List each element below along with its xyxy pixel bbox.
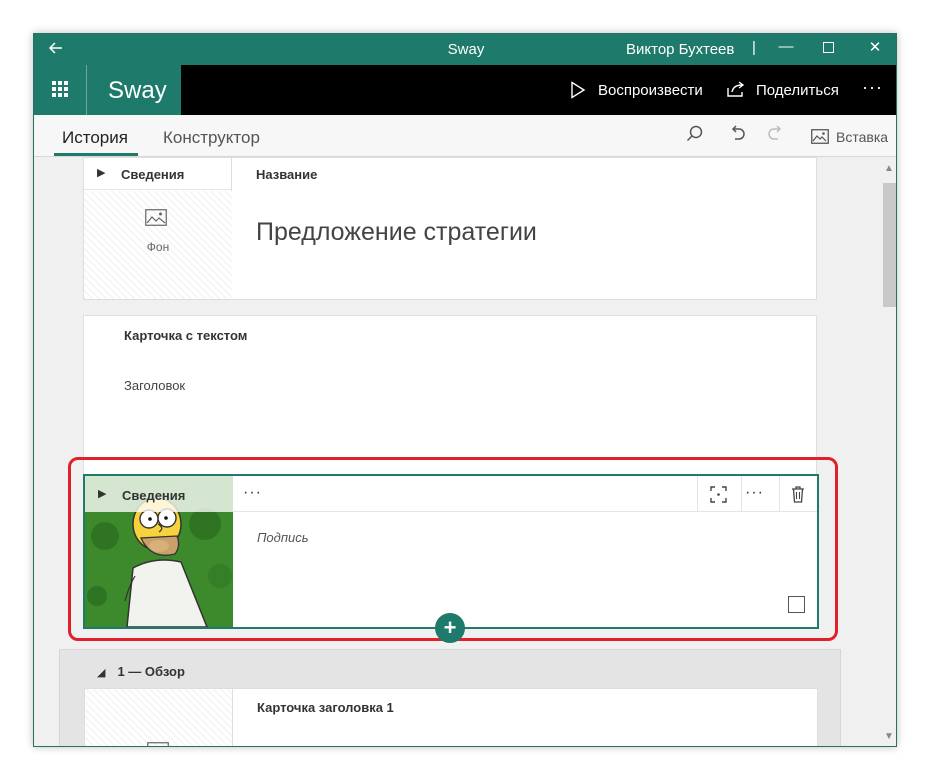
- scroll-down-icon[interactable]: ▼: [884, 731, 894, 742]
- title-card[interactable]: ▶ Сведения Фон Название Предложение стра…: [83, 157, 817, 300]
- tab-bar: История Конструктор Вставка: [34, 115, 896, 157]
- vertical-scrollbar[interactable]: ▲ ▼: [881, 157, 896, 746]
- field-label-text-card: Карточка с текстом: [124, 328, 248, 343]
- add-card-button[interactable]: +: [435, 613, 465, 643]
- details-label: Сведения: [121, 167, 185, 182]
- active-tab-indicator: [54, 153, 138, 156]
- search-icon[interactable]: [686, 125, 704, 148]
- image-icon: [147, 742, 169, 746]
- expand-triangle-icon: ▶: [97, 167, 106, 179]
- text-card[interactable]: Карточка с текстом Заголовок: [83, 315, 817, 475]
- background-slot[interactable]: Фон: [84, 191, 232, 299]
- minimize-button[interactable]: —: [776, 38, 796, 55]
- app-launcher-icon[interactable]: [52, 81, 68, 97]
- brand-name: Sway: [108, 77, 167, 104]
- insert-button[interactable]: Вставка: [836, 129, 888, 145]
- image-insert-icon[interactable]: [811, 128, 829, 149]
- tab-designer[interactable]: Конструктор: [163, 128, 260, 148]
- more-options-button[interactable]: ···: [862, 77, 883, 98]
- section-overview: ◢ 1 — Обзор Карточка заголовка 1: [59, 649, 841, 746]
- heading-text[interactable]: Заголовок: [124, 378, 185, 393]
- maximize-button[interactable]: [818, 38, 838, 57]
- play-button[interactable]: Воспроизвести: [598, 82, 703, 99]
- redo-icon[interactable]: [767, 125, 785, 148]
- heading-card-side: [85, 689, 233, 746]
- title-bar: Sway Виктор Бухтеев | — ✕: [34, 34, 896, 65]
- tab-story[interactable]: История: [62, 128, 128, 148]
- heading-card-1[interactable]: Карточка заголовка 1: [84, 688, 818, 746]
- field-label-heading-card: Карточка заголовка 1: [257, 700, 394, 715]
- section-header-label: 1 — Обзор: [117, 664, 185, 679]
- sway-window: Sway Виктор Бухтеев | — ✕ Sway Воспроизв…: [33, 33, 897, 747]
- user-name[interactable]: Виктор Бухтеев: [626, 41, 734, 58]
- play-icon[interactable]: [570, 81, 586, 103]
- titlebar-separator: |: [752, 39, 756, 56]
- appbar-actions: Воспроизвести Поделиться ···: [554, 65, 896, 115]
- scroll-up-icon[interactable]: ▲: [884, 163, 894, 174]
- close-button[interactable]: ✕: [865, 38, 885, 56]
- section-header[interactable]: ◢ 1 — Обзор: [97, 664, 185, 679]
- undo-icon[interactable]: [728, 125, 746, 148]
- collapse-triangle-icon: ◢: [97, 667, 106, 679]
- window-title: Sway: [447, 41, 485, 58]
- field-label-title: Название: [256, 167, 318, 182]
- share-button[interactable]: Поделиться: [756, 82, 839, 99]
- share-icon[interactable]: [726, 80, 746, 102]
- image-icon: [145, 209, 167, 231]
- scroll-thumb[interactable]: [883, 183, 896, 307]
- brand-area: Sway: [34, 65, 181, 115]
- app-bar: Sway Воспроизвести Поделиться ···: [34, 65, 896, 115]
- story-title-text[interactable]: Предложение стратегии: [256, 218, 537, 247]
- title-card-side: ▶ Сведения Фон: [84, 158, 232, 299]
- storyline-canvas: ▶ Сведения Фон Название Предложение стра…: [34, 157, 881, 746]
- brand-divider: [86, 65, 87, 115]
- details-toggle[interactable]: ▶ Сведения: [84, 158, 232, 190]
- background-label: Фон: [146, 240, 170, 254]
